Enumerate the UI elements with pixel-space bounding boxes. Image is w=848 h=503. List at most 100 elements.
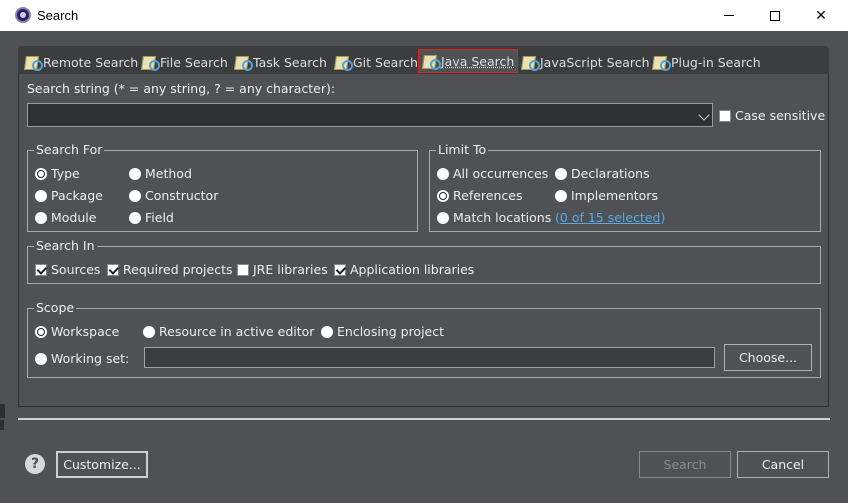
search-string-combo[interactable] [27, 103, 713, 127]
radio-indicator[interactable] [143, 325, 155, 338]
window-title: Search [37, 8, 79, 23]
maximize-icon [770, 10, 780, 21]
tab-task-search[interactable]: Task Search [234, 52, 327, 72]
checkbox-label: Application libraries [350, 262, 475, 277]
radio-indicator[interactable] [35, 325, 47, 338]
radio-match-locations[interactable]: Match locations [437, 210, 551, 225]
git-search-icon [334, 54, 353, 71]
radio-label: Working set: [51, 351, 130, 366]
remote-search-icon [24, 54, 43, 71]
radio-type[interactable]: Type [35, 166, 80, 181]
radio-label: References [453, 188, 523, 203]
cancel-button[interactable]: Cancel [737, 451, 829, 478]
required-projects-checkbox[interactable]: Required projects [107, 262, 233, 277]
chevron-down-icon[interactable] [698, 109, 710, 121]
maximize-button[interactable] [752, 0, 798, 31]
checkbox-indicator[interactable] [35, 263, 47, 276]
tab-javascript-search[interactable]: JavaScript Search [521, 52, 650, 72]
checkbox-indicator[interactable] [107, 263, 119, 276]
scope-title: Scope [34, 300, 77, 316]
radio-label: Field [145, 210, 174, 225]
radio-indicator[interactable] [129, 189, 141, 202]
sources-checkbox[interactable]: Sources [35, 262, 100, 277]
radio-indicator[interactable] [437, 189, 449, 202]
radio-indicator[interactable] [555, 167, 567, 180]
tab-file-search[interactable]: File Search [141, 52, 228, 72]
radio-label: Constructor [145, 188, 219, 203]
radio-implementors[interactable]: Implementors [555, 188, 658, 203]
radio-indicator[interactable] [129, 167, 141, 180]
jre-libraries-checkbox[interactable]: JRE libraries [237, 262, 328, 277]
radio-indicator[interactable] [555, 189, 567, 202]
radio-indicator[interactable] [129, 211, 141, 224]
radio-working-set[interactable]: Working set: [35, 351, 129, 366]
search-in-title: Search In [34, 238, 97, 254]
case-sensitive-label: Case sensitive [735, 108, 826, 123]
radio-label: Package [51, 188, 103, 203]
eclipse-icon [15, 7, 31, 23]
radio-label: All occurrences [453, 166, 549, 181]
left-edge-strip-2 [0, 420, 4, 430]
radio-declarations[interactable]: Declarations [555, 166, 650, 181]
javascript-search-icon [521, 54, 540, 71]
plugin-search-icon [652, 54, 671, 71]
task-search-icon [234, 54, 253, 71]
radio-label: Workspace [51, 324, 120, 339]
radio-constructor[interactable]: Constructor [129, 188, 218, 203]
close-icon: ✕ [815, 7, 827, 24]
case-sensitive-checkbox[interactable]: Case sensitive [719, 108, 825, 123]
customize-button[interactable]: Customize... [56, 451, 148, 478]
radio-indicator[interactable] [321, 325, 333, 338]
radio-field[interactable]: Field [129, 210, 174, 225]
radio-enclosing-project[interactable]: Enclosing project [321, 324, 444, 339]
file-search-icon [141, 54, 160, 71]
match-locations-link-wrap: (0 of 15 selected) [555, 210, 665, 225]
radio-label: Enclosing project [337, 324, 445, 339]
tab-plugin-search[interactable]: Plug-in Search [652, 52, 761, 72]
minimize-button[interactable] [706, 0, 752, 31]
radio-workspace[interactable]: Workspace [35, 324, 119, 339]
radio-indicator[interactable] [437, 211, 449, 224]
checkbox-indicator[interactable] [334, 263, 346, 276]
title-bar: Search ✕ [0, 0, 848, 31]
java-search-icon [422, 53, 441, 70]
radio-label: Method [145, 166, 192, 181]
checkbox-label: Sources [51, 262, 101, 277]
choose-button[interactable]: Choose... [724, 344, 812, 371]
radio-label: Module [51, 210, 97, 225]
radio-indicator[interactable] [35, 352, 47, 365]
limit-to-title: Limit To [436, 142, 489, 158]
radio-indicator[interactable] [35, 189, 47, 202]
radio-indicator[interactable] [437, 167, 449, 180]
close-button[interactable]: ✕ [798, 0, 844, 31]
checkbox-indicator[interactable] [237, 263, 249, 276]
minimize-icon [724, 15, 734, 16]
match-locations-link[interactable]: 0 of 15 selected [560, 210, 661, 225]
radio-indicator[interactable] [35, 167, 47, 180]
radio-method[interactable]: Method [129, 166, 192, 181]
radio-all-occurrences[interactable]: All occurrences [437, 166, 548, 181]
working-set-field[interactable] [144, 347, 715, 368]
radio-label: Type [51, 166, 80, 181]
radio-label: Match locations [453, 210, 552, 225]
footer-separator [18, 418, 830, 420]
radio-label: Implementors [571, 188, 658, 203]
radio-references[interactable]: References [437, 188, 522, 203]
tab-java-search[interactable]: Java Search [418, 49, 519, 73]
radio-package[interactable]: Package [35, 188, 103, 203]
tab-bar: Remote Search File Search Task Search Gi… [18, 46, 829, 74]
search-button[interactable]: Search [639, 451, 731, 478]
tab-remote-search[interactable]: Remote Search [24, 52, 138, 72]
case-sensitive-check[interactable] [719, 109, 731, 122]
search-string-label: Search string (* = any string, ? = any c… [27, 81, 336, 96]
help-icon[interactable]: ? [25, 454, 45, 474]
checkbox-label: Required projects [123, 262, 233, 277]
checkbox-label: JRE libraries [253, 262, 328, 277]
radio-indicator[interactable] [35, 211, 47, 224]
application-libraries-checkbox[interactable]: Application libraries [334, 262, 474, 277]
tab-git-search[interactable]: Git Search [334, 52, 418, 72]
radio-label: Declarations [571, 166, 650, 181]
radio-label: Resource in active editor [159, 324, 315, 339]
radio-resource-active-editor[interactable]: Resource in active editor [143, 324, 314, 339]
radio-module[interactable]: Module [35, 210, 96, 225]
